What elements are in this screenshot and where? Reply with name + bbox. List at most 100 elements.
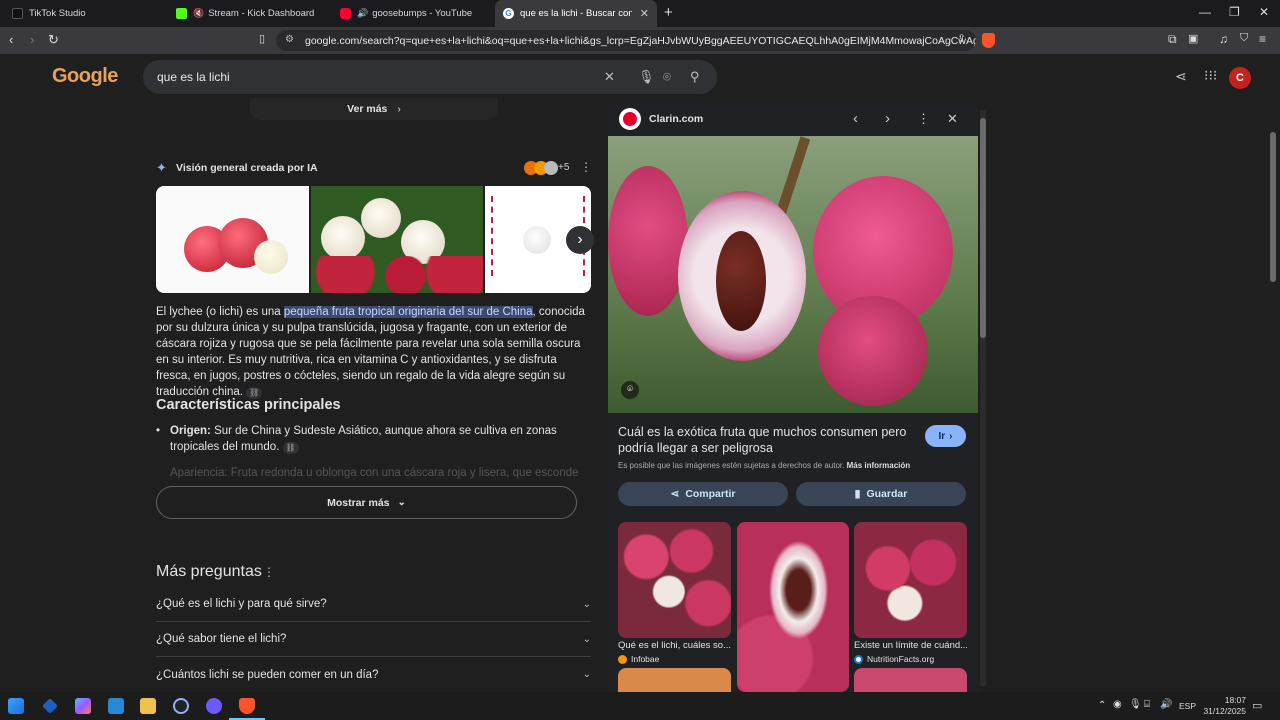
discord-icon[interactable] (206, 698, 222, 714)
share-icon[interactable]: ⋖ (1175, 68, 1187, 85)
apps-grid-icon[interactable]: ⁝⁝⁝ (1204, 67, 1217, 84)
lens-icon[interactable]: ⌾ (663, 69, 671, 85)
tab-tiktok-studio[interactable]: TikTok Studio (4, 0, 167, 27)
site-info-icon[interactable]: ⚙ (285, 34, 294, 45)
tiktok-icon (12, 8, 23, 19)
url-text: google.com/search?q=que+es+la+lichi&oq=q… (305, 34, 976, 47)
new-tab-icon[interactable]: + (664, 4, 673, 21)
profile-avatar[interactable]: C (1229, 67, 1251, 89)
vpn-icon[interactable]: ⛉ (1240, 32, 1248, 45)
bullet-label: Origen: (170, 425, 211, 437)
store-icon[interactable] (108, 698, 124, 714)
clear-icon[interactable]: ✕ (604, 69, 615, 85)
forward-icon[interactable]: › (30, 32, 34, 47)
next-icon[interactable]: › (885, 110, 890, 127)
related-image-2[interactable] (737, 522, 849, 692)
copyright-text: Es posible que las imágenes estén sujeta… (618, 461, 845, 470)
tab-youtube[interactable]: 🔊 goosebumps - YouTube (332, 0, 495, 27)
bullet-dot: • (156, 425, 161, 437)
related-caption[interactable]: Existe un límite de cuánd... (854, 640, 967, 651)
google-doodle-logo[interactable]: Google (52, 65, 118, 88)
media-icon[interactable]: ♫ (1219, 32, 1228, 46)
gemini-sparkle-icon: ✦ (156, 160, 167, 175)
previous-icon[interactable]: ‹ (853, 110, 858, 127)
microphone-icon[interactable]: 🎙 (638, 69, 655, 85)
lychee-image-1[interactable] (156, 186, 309, 293)
volume-icon[interactable]: 🔊 (1160, 699, 1172, 710)
tab-title: Stream - Kick Dashboard (208, 8, 315, 19)
panel-scroll-thumb[interactable] (980, 118, 986, 338)
notifications-icon[interactable]: ▭ (1252, 699, 1262, 712)
reload-icon[interactable]: ↻ (48, 32, 59, 48)
tab-kick-dashboard[interactable]: 🔇 Stream - Kick Dashboard (168, 0, 331, 27)
muted-icon: 🔇 (193, 8, 205, 18)
address-bar[interactable]: ⚙ google.com/search?q=que+es+la+lichi&oq… (276, 30, 976, 51)
tray-overflow-icon[interactable]: ⌃ (1098, 700, 1106, 711)
copilot-icon[interactable] (75, 698, 91, 714)
carousel-next-icon[interactable]: › (566, 226, 594, 254)
file-explorer-icon[interactable] (140, 698, 156, 714)
bookmark-icon[interactable]: ▯ (259, 32, 265, 45)
tab-google-search[interactable]: G que es la lichi - Buscar con Goog ✕ (495, 0, 657, 27)
related-image-4[interactable] (618, 668, 731, 692)
question-text: ¿Qué sabor tiene el lichi? (156, 633, 287, 645)
lychee-image-2[interactable] (311, 186, 483, 293)
microphone-tray-icon[interactable]: 🎙 (1129, 699, 1142, 710)
ai-overview-title: Visión general creada por IA (176, 162, 318, 174)
restore-icon[interactable]: ❐ (1229, 5, 1240, 19)
lychee-main-image[interactable]: ⌾ (608, 136, 978, 413)
windows-taskbar: ⌃ ◉ 🎙 ⌸ 🔊 ESP 18:07 31/12/2025 ▭ (0, 692, 1280, 720)
obs-icon[interactable] (173, 698, 189, 714)
clock[interactable]: 18:07 31/12/2025 (1198, 695, 1246, 717)
more-options-icon[interactable]: ⋮ (580, 160, 592, 174)
copyright-note: Es posible que las imágenes estén sujeta… (618, 461, 910, 470)
brave-shields-icon[interactable] (982, 33, 995, 48)
close-panel-icon[interactable]: ✕ (947, 111, 958, 127)
related-image-3[interactable] (854, 522, 967, 638)
share-button[interactable]: ⋖ Compartir (618, 482, 788, 506)
ver-mas-button[interactable]: Ver más › (250, 98, 498, 120)
panel-scrollbar[interactable] (980, 110, 986, 686)
related-source[interactable]: Infobae (618, 654, 659, 664)
minimize-icon[interactable]: — (1199, 5, 1211, 19)
menu-icon[interactable]: ≡ (1259, 32, 1266, 46)
mostrar-mas-button[interactable]: Mostrar más ⌄ (156, 486, 577, 519)
related-image-5[interactable] (854, 668, 967, 692)
start-icon[interactable] (8, 698, 24, 714)
input-language[interactable]: ESP (1179, 701, 1196, 711)
more-info-link[interactable]: Más información (847, 461, 911, 470)
save-button[interactable]: ▮ Guardar (796, 482, 966, 506)
related-image-1[interactable] (618, 522, 731, 638)
more-options-icon[interactable]: ⋮ (263, 565, 275, 579)
app-icon[interactable] (42, 698, 58, 714)
page-scroll-thumb[interactable] (1270, 132, 1276, 282)
question-item[interactable]: ¿Qué sabor tiene el lichi? ⌄ (156, 622, 591, 657)
tab-title: que es la lichi - Buscar con Goog (520, 8, 632, 19)
lens-search-icon[interactable]: ⌾ (621, 381, 639, 399)
search-page: Google que es la lichi ✕ 🎙 ⌾ ⚲ ⋖ ⁝⁝⁝ C V… (0, 54, 1280, 692)
question-item[interactable]: ¿Qué es el lichi y para qué sirve? ⌄ (156, 587, 591, 622)
tray-icon[interactable]: ◉ (1113, 699, 1122, 710)
more-options-icon[interactable]: ⋮ (917, 111, 930, 127)
back-icon[interactable]: ‹ (9, 32, 13, 47)
network-icon[interactable]: ⌸ (1144, 699, 1150, 710)
search-input[interactable]: que es la lichi (143, 60, 717, 94)
share-page-icon[interactable]: ⇪ (957, 32, 966, 45)
related-caption[interactable]: Qué es el lichi, cuáles so... (618, 640, 731, 651)
close-tab-icon[interactable]: ✕ (632, 7, 657, 20)
panel-headline[interactable]: Cuál es la exótica fruta que muchos cons… (618, 424, 908, 456)
source-favicons[interactable] (524, 161, 558, 175)
panel-source-name[interactable]: Clarin.com (649, 113, 703, 125)
extensions-icon[interactable]: ⧉ (1168, 32, 1177, 47)
question-item[interactable]: ¿Cuántos lichi se pueden comer en un día… (156, 657, 591, 692)
go-label: Ir (938, 430, 946, 442)
close-window-icon[interactable]: ✕ (1259, 5, 1269, 19)
page-scrollbar[interactable] (1270, 58, 1276, 688)
more-sources-count[interactable]: +5 (558, 162, 569, 173)
go-button[interactable]: Ir › (925, 425, 966, 447)
search-icon[interactable]: ⚲ (690, 69, 700, 85)
citation-link-icon[interactable]: ⛓ (282, 442, 299, 454)
related-source[interactable]: NutritionFacts.org (854, 654, 934, 664)
wallet-icon[interactable]: ▣ (1188, 32, 1198, 45)
kick-icon (176, 8, 187, 19)
